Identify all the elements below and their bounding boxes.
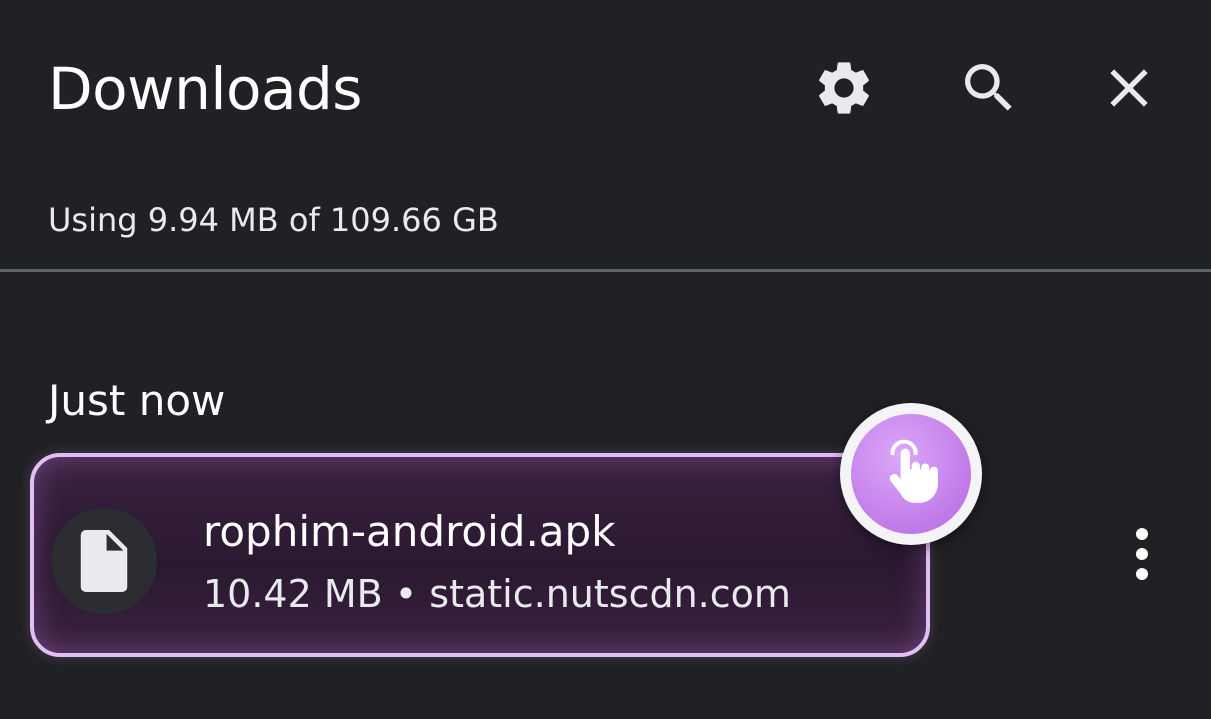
hand-pointer-icon [889,439,938,503]
more-options-button[interactable] [1112,518,1172,590]
file-meta: 10.42 MB • static.nutscdn.com [203,572,791,616]
gear-icon [819,62,869,114]
download-item[interactable]: rophim-android.apk 10.42 MB • static.nut… [30,453,930,657]
tap-indicator [840,403,982,545]
section-label-just-now: Just now [48,376,226,425]
file-icon [80,530,128,592]
more-vert-icon [1136,528,1148,580]
close-button[interactable] [1095,54,1163,122]
file-icon-container [51,508,157,614]
close-icon [1110,69,1148,107]
downloads-screen: Downloads Using 9.94 MB of 109.66 GB Jus… [0,0,1211,719]
page-title: Downloads [48,55,363,123]
header-divider [0,269,1211,272]
file-name: rophim-android.apk [203,507,616,556]
settings-button[interactable] [810,54,878,122]
search-icon [965,64,1012,111]
search-button[interactable] [955,54,1023,122]
tap-indicator-inner [851,414,971,534]
storage-usage-text: Using 9.94 MB of 109.66 GB [48,201,499,239]
